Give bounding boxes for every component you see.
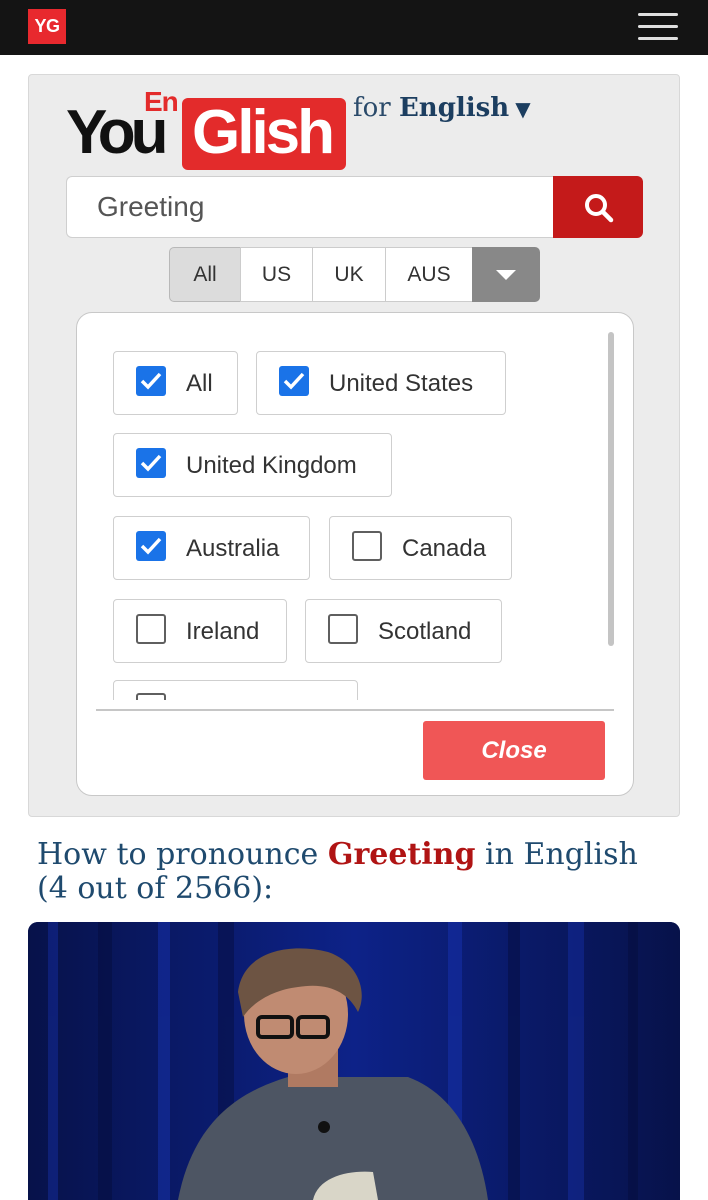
language-name: English xyxy=(398,93,510,123)
accent-option-label: Scotland xyxy=(378,618,472,645)
tab-uk[interactable]: UK xyxy=(312,247,386,302)
top-bar: YG xyxy=(0,0,708,55)
dropdown-scrollbar[interactable] xyxy=(608,332,614,646)
accent-option-label: Australia xyxy=(186,535,280,562)
accent-option-label: United States xyxy=(329,370,474,397)
video-player[interactable] xyxy=(28,922,680,1200)
checkbox-unchecked-icon[interactable] xyxy=(352,531,382,561)
search-button[interactable] xyxy=(553,176,643,238)
accent-option-united-kingdom[interactable]: United Kingdom xyxy=(113,433,392,497)
language-prefix: for xyxy=(353,93,391,123)
logo-en-text: En xyxy=(144,86,179,117)
dropdown-divider xyxy=(96,709,614,711)
search-input[interactable] xyxy=(66,176,556,238)
accent-option-united-states[interactable]: United States xyxy=(256,351,506,415)
tab-us[interactable]: US xyxy=(240,247,313,302)
accent-option-australia[interactable]: Australia xyxy=(113,516,310,580)
result-heading: How to pronounce Greeting in English (4 … xyxy=(37,838,677,906)
accent-option-scotland[interactable]: Scotland xyxy=(305,599,502,663)
checkbox-checked-icon[interactable] xyxy=(136,531,166,561)
accent-option-canada[interactable]: Canada xyxy=(329,516,512,580)
logo-glish-text: Glish xyxy=(192,98,335,167)
accent-option-label: United Kingdom xyxy=(186,452,357,479)
dropdown-scroll-clip xyxy=(76,680,616,700)
checkbox-checked-icon[interactable] xyxy=(136,366,166,396)
search-icon xyxy=(585,194,614,223)
heading-prefix: How to pronounce xyxy=(37,837,319,872)
accent-option-label: All xyxy=(186,370,213,397)
checkbox-checked-icon[interactable] xyxy=(279,366,309,396)
accent-dropdown-toggle[interactable] xyxy=(472,247,540,302)
youglish-logo[interactable]: You En Glish xyxy=(66,86,348,172)
tab-all[interactable]: All xyxy=(169,247,241,302)
yg-home-badge[interactable]: YG xyxy=(28,9,66,44)
checkbox-checked-icon[interactable] xyxy=(136,448,166,478)
hamburger-menu-icon[interactable] xyxy=(634,10,682,44)
chevron-down-icon xyxy=(496,270,516,280)
accent-option-label: Canada xyxy=(402,535,487,562)
language-dropdown-arrow-icon: ▼ xyxy=(515,97,531,121)
accent-option-label: Ireland xyxy=(186,618,260,645)
checkbox-unchecked-icon[interactable] xyxy=(136,614,166,644)
language-selector[interactable]: for English ▼ xyxy=(353,93,531,123)
checkbox-unchecked-icon[interactable] xyxy=(328,614,358,644)
video-frame xyxy=(28,922,680,1200)
accent-option-all[interactable]: All xyxy=(113,351,238,415)
accent-option-ireland[interactable]: Ireland xyxy=(113,599,287,663)
accent-option-partial[interactable] xyxy=(113,680,358,700)
tab-aus[interactable]: AUS xyxy=(385,247,473,302)
close-button[interactable]: Close xyxy=(423,721,605,780)
heading-word: Greeting xyxy=(327,837,476,872)
checkbox-unchecked-icon[interactable] xyxy=(136,693,166,700)
